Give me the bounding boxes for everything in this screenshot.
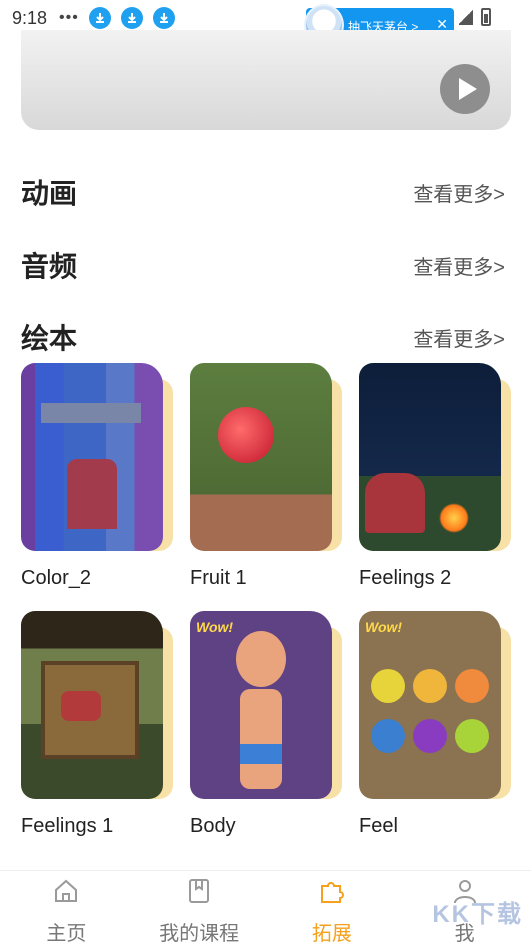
nav-item-home[interactable]: 主页 <box>0 871 133 944</box>
book-cover: Wow! <box>359 611 501 799</box>
book-title: Feelings 1 <box>21 815 114 837</box>
section-title-picture-books: 绘本 <box>21 323 78 354</box>
status-time: 9:18 <box>12 7 48 28</box>
nav-label: 主页 <box>46 923 87 944</box>
signal-icon <box>459 9 473 25</box>
book-cover <box>190 363 332 551</box>
smiley-icon <box>455 669 489 703</box>
home-icon <box>52 877 80 905</box>
puzzle-icon <box>318 877 346 905</box>
bookmark-icon <box>185 877 213 905</box>
see-more-animation[interactable]: 查看更多> <box>413 178 505 207</box>
section-title-audio: 音频 <box>21 251 78 282</box>
video-banner[interactable] <box>21 30 511 130</box>
book-card[interactable]: Wow! <box>359 611 511 799</box>
book-title: Color_2 <box>21 567 92 589</box>
book-card[interactable]: Wow! <box>190 611 342 799</box>
book-cover <box>21 611 163 799</box>
play-button[interactable] <box>440 64 490 114</box>
cover-logo: Wow! <box>365 619 403 635</box>
book-title: Body <box>190 815 236 837</box>
play-icon <box>458 78 477 100</box>
nav-label: 拓展 <box>311 923 352 944</box>
cover-logo: Wow! <box>196 619 234 635</box>
battery-icon <box>481 8 491 26</box>
book-title: Feelings 2 <box>359 567 452 589</box>
download-icon <box>120 7 143 29</box>
download-icon <box>152 7 175 29</box>
smiley-icon <box>455 719 489 753</box>
book-cover <box>21 363 163 551</box>
section-title-animation: 动画 <box>21 178 78 209</box>
watermark: KK下载 <box>432 901 523 928</box>
nav-label: 我的课程 <box>159 923 240 944</box>
book-card[interactable] <box>190 363 342 551</box>
download-icon <box>88 7 111 29</box>
smiley-icon <box>371 669 405 703</box>
book-cover: Wow! <box>190 611 332 799</box>
see-more-picture-books[interactable]: 查看更多> <box>413 323 505 352</box>
smiley-icon <box>413 669 447 703</box>
book-cover <box>359 363 501 551</box>
book-title: Fruit 1 <box>190 567 247 589</box>
smiley-icon <box>371 719 405 753</box>
status-indicators <box>459 8 491 26</box>
book-title: Feel <box>359 815 398 837</box>
nav-item-extend[interactable]: 拓展 <box>266 871 399 944</box>
book-card[interactable] <box>359 363 511 551</box>
book-card[interactable] <box>21 611 173 799</box>
see-more-audio[interactable]: 查看更多> <box>413 251 505 280</box>
book-card[interactable] <box>21 363 173 551</box>
more-dots-icon: ••• <box>59 9 79 26</box>
nav-item-my-courses[interactable]: 我的课程 <box>133 871 266 944</box>
smiley-icon <box>413 719 447 753</box>
